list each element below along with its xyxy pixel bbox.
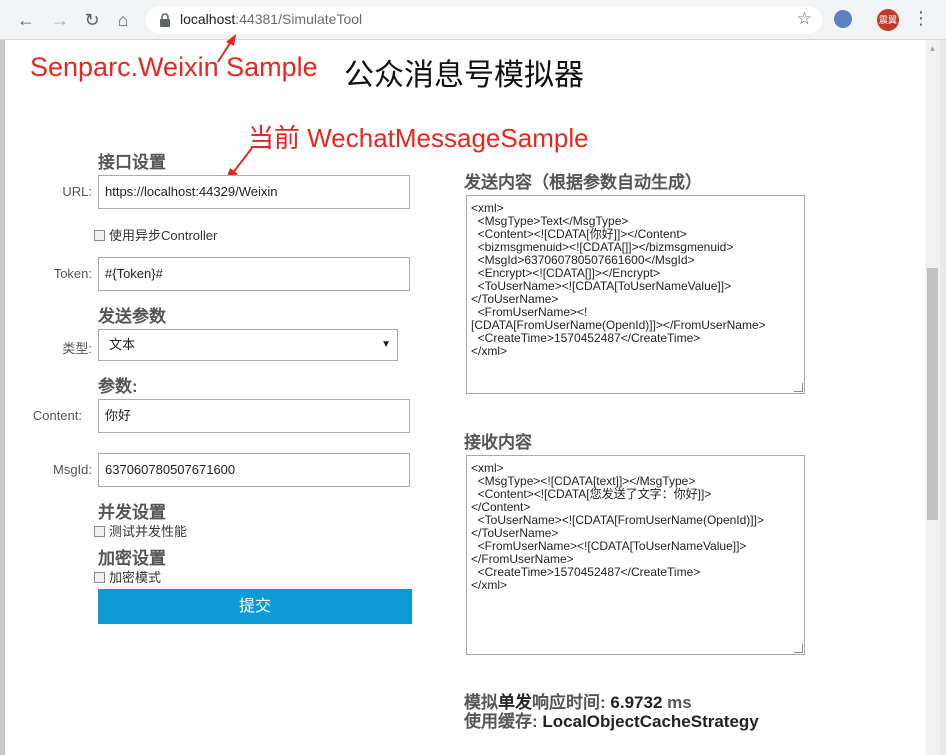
concurrency-checkbox[interactable]: 测试并发性能 — [94, 521, 187, 540]
back-arrow-icon[interactable]: ← — [14, 8, 38, 32]
receive-xml-textarea[interactable]: <xml> <MsgType><![CDATA[text]]></MsgType… — [466, 455, 805, 655]
interface-heading: 接口设置 — [98, 153, 166, 172]
url-input[interactable]: https://localhost:44329/Weixin — [98, 175, 410, 209]
lock-icon — [160, 13, 170, 27]
reload-icon[interactable]: ↻ — [80, 8, 104, 32]
bookmark-star-icon[interactable]: ☆ — [797, 9, 812, 29]
content-input[interactable]: 你好 — [98, 399, 410, 433]
receive-heading: 接收内容 — [464, 433, 532, 452]
page-content: Senparc.Weixin Sample 公众消息号模拟器 当前 Wechat… — [0, 34, 946, 755]
cache-label: 使用缓存: — [464, 712, 538, 731]
async-checkbox[interactable]: 使用异步Controller — [94, 225, 217, 244]
content-label: Content: — [32, 408, 82, 423]
address-bar[interactable]: localhost:44381/SimulateTool ☆ — [146, 6, 822, 34]
msgid-label: MsgId: — [52, 462, 92, 477]
token-label: Token: — [53, 266, 92, 281]
url-text[interactable]: localhost:44381/SimulateTool — [180, 11, 362, 27]
forward-arrow-icon[interactable]: → — [48, 8, 72, 32]
msgid-input[interactable]: 637060780507671600 — [98, 453, 410, 487]
token-input[interactable]: #{Token}# — [98, 257, 410, 291]
type-label: 类型: — [62, 341, 92, 356]
type-select[interactable]: 文本 ▼ — [98, 329, 398, 361]
send-xml-text: <xml> <MsgType>Text</MsgType> <Content><… — [471, 201, 766, 358]
browser-menu-icon[interactable]: ⋮ — [912, 8, 930, 29]
vertical-scrollbar[interactable]: ▲ — [925, 40, 940, 755]
async-label: 使用异步Controller — [109, 228, 218, 243]
left-frame-edge — [0, 40, 5, 755]
cache-line: 使用缓存: LocalObjectCacheStrategy — [464, 707, 759, 732]
home-icon[interactable]: ⌂ — [111, 8, 135, 32]
extension-icon[interactable] — [834, 10, 852, 28]
send-params-heading: 发送参数 — [98, 307, 166, 326]
url-label: URL: — [62, 184, 92, 199]
url-path: :44381/SimulateTool — [235, 11, 363, 27]
resize-handle-icon[interactable] — [794, 644, 803, 653]
encrypt-checkbox-box[interactable] — [94, 572, 105, 583]
encrypt-heading: 加密设置 — [98, 549, 166, 568]
resize-handle-icon[interactable] — [794, 383, 803, 392]
type-select-value: 文本 — [109, 337, 136, 352]
encrypt-checkbox[interactable]: 加密模式 — [94, 567, 161, 586]
submit-button[interactable]: 提交 — [98, 589, 412, 624]
scroll-up-icon[interactable]: ▲ — [925, 44, 940, 54]
encrypt-label: 加密模式 — [109, 570, 162, 585]
scrollbar-thumb[interactable] — [927, 268, 938, 520]
receive-xml-text: <xml> <MsgType><![CDATA[text]]></MsgType… — [471, 461, 764, 592]
send-heading: 发送内容（根据参数自动生成） — [464, 173, 702, 192]
profile-avatar[interactable]: 震翼 — [877, 9, 899, 31]
concurrency-checkbox-box[interactable] — [94, 526, 105, 537]
annotation-sample: Senparc.Weixin Sample — [30, 52, 318, 82]
async-checkbox-box[interactable] — [94, 230, 105, 241]
right-frame-edge — [940, 40, 946, 755]
annotation-current: 当前 WechatMessageSample — [248, 123, 589, 153]
concurrency-heading: 并发设置 — [98, 503, 166, 522]
send-xml-textarea[interactable]: <xml> <MsgType>Text</MsgType> <Content><… — [466, 195, 805, 394]
page-title: 公众消息号模拟器 — [344, 59, 584, 92]
cache-value: LocalObjectCacheStrategy — [542, 712, 759, 731]
dropdown-arrow-icon: ▼ — [381, 339, 391, 350]
browser-toolbar: ← → ↻ ⌂ localhost:44381/SimulateTool ☆ 震… — [0, 0, 946, 40]
concurrency-label: 测试并发性能 — [109, 524, 188, 539]
annotation-arrow-up-icon — [217, 34, 236, 63]
url-host: localhost — [180, 11, 236, 27]
params-heading: 参数: — [98, 377, 138, 396]
